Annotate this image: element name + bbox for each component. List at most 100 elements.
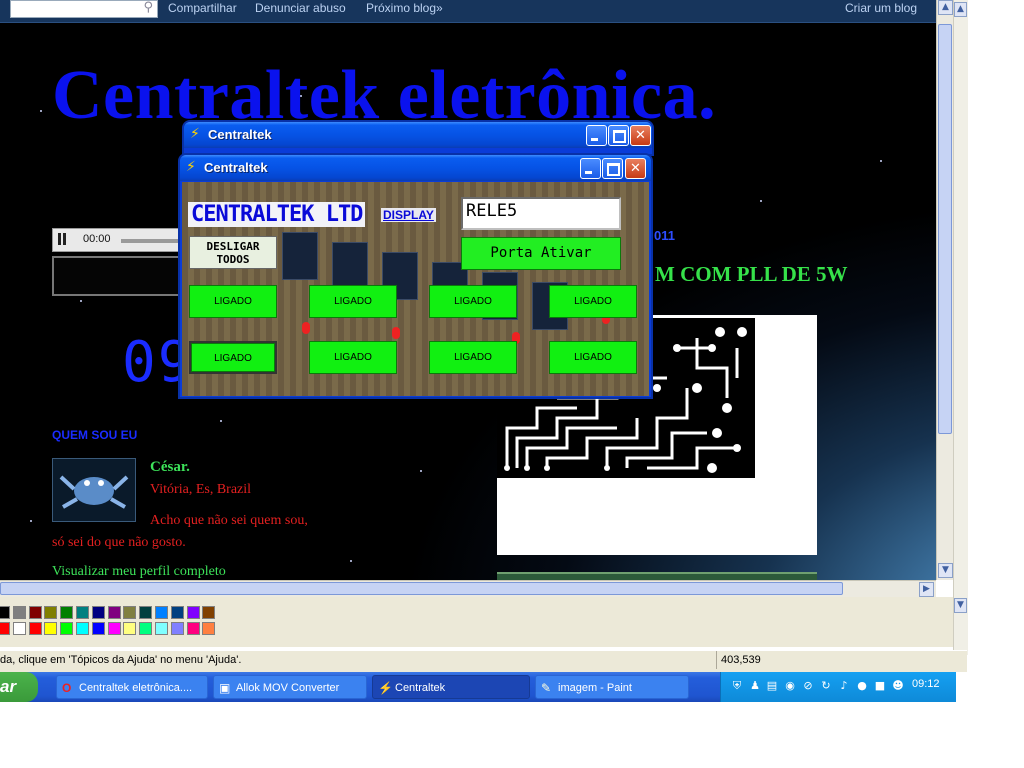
title-bar[interactable]: ⚡ Centraltek ✕ [180, 155, 651, 181]
color-swatch[interactable] [139, 606, 153, 619]
color-swatch[interactable] [28, 622, 42, 635]
minimize-button[interactable] [586, 125, 607, 146]
audio-player: 00:00 [52, 228, 184, 252]
color-swatch[interactable] [202, 606, 216, 619]
taskbar-item-allok[interactable]: ▣ Allok MOV Converter [213, 675, 367, 699]
taskbar-item-centraltek[interactable]: ⚡ Centraltek [372, 675, 530, 699]
window-title: Centraltek [208, 127, 272, 142]
taskbar-item-label: imagem - Paint [558, 682, 632, 694]
blocked-icon[interactable]: ⊘ [801, 679, 815, 693]
pause-icon[interactable] [57, 233, 67, 245]
taskbar-item-paint[interactable]: ✎ imagem - Paint [535, 675, 689, 699]
network-icon[interactable]: ▤ [765, 679, 779, 693]
paint-scroll-down-icon[interactable]: ▼ [954, 598, 967, 613]
taskbar-item-label: Allok MOV Converter [236, 682, 340, 694]
profile-description-line2: só sei do que não gosto. [52, 535, 186, 550]
maximize-icon [603, 159, 622, 178]
scroll-right-icon[interactable]: ▶ [919, 582, 934, 597]
paint-scroll-up-icon[interactable]: ▲ [954, 2, 967, 17]
color-swatch[interactable] [123, 622, 137, 635]
centraltek-window-back[interactable]: ⚡ Centraltek ✕ [182, 120, 654, 156]
share-link[interactable]: Compartilhar [168, 1, 237, 15]
clock: 09:12 [912, 678, 940, 690]
relay-1-button[interactable]: LIGADO [189, 285, 277, 318]
speaker-icon[interactable]: ♪ [837, 679, 851, 693]
relay-6-button[interactable]: LIGADO [309, 341, 397, 374]
color-swatch[interactable] [170, 622, 184, 635]
player-progress[interactable] [121, 239, 183, 243]
shield-icon[interactable]: ⛨ [730, 679, 744, 693]
search-icon[interactable]: ⚲ [143, 0, 153, 15]
user-icon[interactable]: ♟ [748, 679, 762, 693]
view-profile-link[interactable]: Visualizar meu perfil completo [52, 564, 226, 580]
window-icon: ▣ [219, 681, 231, 695]
color-swatch[interactable] [202, 622, 216, 635]
color-swatch[interactable] [170, 606, 184, 619]
minimize-button[interactable] [580, 158, 601, 179]
color-swatch[interactable] [44, 622, 58, 635]
profile-name[interactable]: César. [150, 459, 190, 476]
color-swatch[interactable] [91, 606, 105, 619]
maximize-button[interactable] [608, 125, 629, 146]
color-swatch[interactable] [12, 622, 26, 635]
color-swatch[interactable] [107, 622, 121, 635]
post-date: 011 [654, 228, 675, 243]
report-abuse-link[interactable]: Denunciar abuso [255, 1, 346, 15]
horizontal-scroll-thumb[interactable] [0, 582, 843, 595]
color-swatch[interactable] [155, 622, 168, 635]
post-title[interactable]: M COM PLL DE 5W [655, 262, 848, 287]
color-swatch[interactable] [60, 606, 74, 619]
messenger-icon[interactable]: ☻ [891, 679, 905, 693]
blog-search-input[interactable]: ⚲ [10, 0, 158, 18]
relay-3-button[interactable]: LIGADO [429, 285, 517, 318]
color-swatch[interactable] [0, 622, 10, 635]
opera-icon: O [62, 681, 72, 695]
color-swatch[interactable] [76, 622, 89, 635]
color-swatch[interactable] [28, 606, 42, 619]
color-swatch[interactable] [0, 606, 10, 619]
relay-4-button[interactable]: LIGADO [549, 285, 637, 318]
porta-ativar-button[interactable]: Porta Ativar [461, 237, 621, 270]
paint-vertical-scrollbar[interactable]: ▲ ▼ [953, 0, 968, 655]
antivirus-icon[interactable]: ◉ [783, 679, 797, 693]
desligar-todos-button[interactable]: DESLIGAR TODOS [189, 236, 277, 269]
color-swatch[interactable] [186, 606, 200, 619]
maximize-icon [609, 126, 628, 145]
desligar-label-line1: DESLIGAR [206, 240, 260, 253]
create-blog-link[interactable]: Criar um blog [845, 1, 917, 15]
ovi-icon[interactable]: ● [855, 679, 869, 693]
next-blog-link[interactable]: Próximo blog» [366, 1, 443, 15]
safely-remove-icon[interactable]: ■ [873, 679, 887, 693]
relay-image [282, 232, 318, 280]
start-button[interactable]: ar [0, 672, 38, 702]
status-text: da, clique em 'Tópicos da Ajuda' no menu… [0, 654, 242, 666]
color-swatch[interactable] [186, 622, 200, 635]
close-button[interactable]: ✕ [625, 158, 646, 179]
maximize-button[interactable] [602, 158, 623, 179]
relay-7-button[interactable]: LIGADO [429, 341, 517, 374]
relay-2-button[interactable]: LIGADO [309, 285, 397, 318]
avatar[interactable] [52, 458, 136, 522]
color-swatch[interactable] [123, 606, 137, 619]
color-swatch[interactable] [12, 606, 26, 619]
color-swatch[interactable] [44, 606, 58, 619]
display-label: DISPLAY [381, 208, 436, 222]
relay-5-button[interactable]: LIGADO [189, 341, 277, 374]
scroll-down-icon[interactable]: ▼ [938, 563, 953, 578]
color-swatch[interactable] [76, 606, 89, 619]
scroll-up-icon[interactable]: ▲ [938, 0, 953, 15]
taskbar-item-opera[interactable]: O Centraltek eletrônica.... [56, 675, 208, 699]
led-image [302, 322, 310, 334]
title-bar[interactable]: ⚡ Centraltek ✕ [184, 122, 652, 148]
lightning-icon: ⚡ [190, 126, 200, 142]
update-icon[interactable]: ↻ [819, 679, 833, 693]
color-swatch[interactable] [155, 606, 168, 619]
color-swatch[interactable] [139, 622, 153, 635]
color-swatch[interactable] [91, 622, 105, 635]
vertical-scroll-thumb[interactable] [938, 24, 952, 434]
close-button[interactable]: ✕ [630, 125, 651, 146]
color-swatch[interactable] [107, 606, 121, 619]
color-swatch[interactable] [60, 622, 74, 635]
relay-8-button[interactable]: LIGADO [549, 341, 637, 374]
display-field[interactable]: RELE5 [461, 197, 621, 230]
